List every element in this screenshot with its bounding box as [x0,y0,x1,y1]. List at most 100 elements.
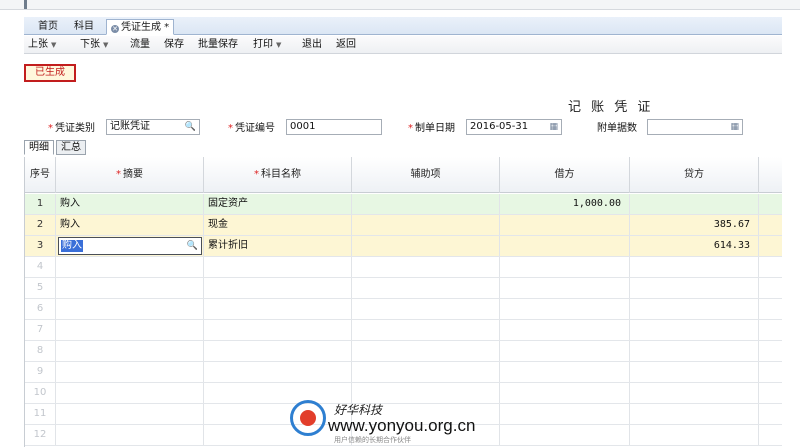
row-credit[interactable]: 614.33 [630,236,759,256]
row-credit[interactable] [630,341,759,361]
tab-detail[interactable]: 明细 [24,140,54,155]
batch-save-button[interactable]: 批量保存 [198,38,238,52]
row-aux[interactable] [352,341,500,361]
close-icon[interactable]: ✕ [111,25,119,33]
row-summary[interactable] [56,299,204,319]
row-credit[interactable] [630,299,759,319]
chevron-down-icon: ▼ [51,41,57,49]
row-debit[interactable] [500,236,630,256]
row-account[interactable]: 现金 [204,215,352,235]
row-credit[interactable] [630,362,759,382]
table-row[interactable]: 2 购入 现金 385.67 [25,215,782,236]
prev-button[interactable]: 上张 ▼ [28,38,56,52]
row-aux[interactable] [352,299,500,319]
row-account[interactable] [204,299,352,319]
row-debit[interactable] [500,299,630,319]
row-debit[interactable] [500,362,630,382]
row-summary[interactable]: 购入 🔍 [56,236,204,256]
row-summary[interactable] [56,257,204,277]
row-seq: 2 [25,215,56,235]
tab-summary[interactable]: 汇总 [56,140,86,155]
row-account[interactable]: 固定资产 [204,194,352,214]
flow-button[interactable]: 流量 [130,38,150,52]
header-debit[interactable]: 借方 [500,157,630,193]
header-credit[interactable]: 贷方 [630,157,759,193]
row-summary[interactable] [56,278,204,298]
required-icon: * [116,169,121,180]
table-row[interactable]: 5 [25,278,782,299]
row-aux[interactable] [352,236,500,256]
row-debit[interactable] [500,404,630,424]
row-aux[interactable] [352,320,500,340]
row-summary[interactable] [56,362,204,382]
row-debit[interactable] [500,215,630,235]
calendar-icon[interactable]: ▦ [549,122,558,132]
row-aux[interactable] [352,362,500,382]
search-icon[interactable]: 🔍 [187,241,198,251]
row-aux[interactable] [352,194,500,214]
row-summary[interactable] [56,341,204,361]
table-row[interactable]: 7 [25,320,782,341]
row-summary[interactable] [56,383,204,403]
back-button[interactable]: 返回 [336,38,356,52]
header-summary[interactable]: * 摘要 [56,157,204,193]
row-account[interactable] [204,320,352,340]
row-aux[interactable] [352,257,500,277]
row-debit[interactable] [500,278,630,298]
exit-button[interactable]: 退出 [302,38,322,52]
row-credit[interactable] [630,383,759,403]
row-debit[interactable] [500,320,630,340]
save-button[interactable]: 保存 [164,38,184,52]
tab-home[interactable]: 首页 [34,19,62,35]
row-credit[interactable] [630,404,759,424]
print-button-label: 打印 [253,39,273,50]
table-row[interactable]: 1 购入 固定资产 1,000.00 [25,194,782,215]
row-summary[interactable] [56,320,204,340]
voucher-type-field[interactable]: 记账凭证 🔍 [106,119,200,135]
prev-button-label: 上张 [28,39,48,50]
header-aux[interactable]: 辅助项 [352,157,500,193]
row-aux[interactable] [352,278,500,298]
attachments-field[interactable]: ▦ [647,119,743,135]
voucher-number-label-text: 凭证编号 [235,123,275,134]
row-credit[interactable] [630,257,759,277]
row-debit[interactable] [500,425,630,445]
header-summary-label: 摘要 [123,169,143,180]
row-credit[interactable] [630,194,759,214]
row-aux[interactable] [352,215,500,235]
row-account[interactable] [204,257,352,277]
tab-voucher-generate[interactable]: ✕ 凭证生成 * [106,19,175,35]
row-debit[interactable]: 1,000.00 [500,194,630,214]
row-summary[interactable] [56,425,204,445]
row-account[interactable] [204,362,352,382]
date-field[interactable]: 2016-05-31 ▦ [466,119,562,135]
row-summary[interactable]: 购入 [56,194,204,214]
row-debit[interactable] [500,257,630,277]
table-row[interactable]: 8 [25,341,782,362]
table-row[interactable]: 6 [25,299,782,320]
tab-bar: 首页 科目 ✕ 凭证生成 * [24,17,782,35]
row-credit[interactable] [630,425,759,445]
row-debit[interactable] [500,341,630,361]
search-icon[interactable]: 🔍 [185,122,196,132]
row-credit[interactable] [630,278,759,298]
row-summary[interactable]: 购入 [56,215,204,235]
row-account[interactable] [204,341,352,361]
row-debit[interactable] [500,383,630,403]
row-account[interactable] [204,278,352,298]
row-credit[interactable] [630,320,759,340]
calendar-icon[interactable]: ▦ [730,122,739,132]
row-credit[interactable]: 385.67 [630,215,759,235]
voucher-number-field[interactable]: 0001 [286,119,382,135]
print-button[interactable]: 打印 ▼ [253,38,281,52]
table-row[interactable]: 9 [25,362,782,383]
next-button[interactable]: 下张 ▼ [80,38,108,52]
tab-accounts[interactable]: 科目 [70,19,98,35]
row-summary[interactable] [56,404,204,424]
table-row[interactable]: 3 购入 🔍 累计折旧 614.33 [25,236,782,257]
top-strip [0,0,800,10]
header-account[interactable]: * 科目名称 [204,157,352,193]
summary-edit-input[interactable]: 购入 🔍 [58,237,202,255]
table-row[interactable]: 4 [25,257,782,278]
row-account[interactable]: 累计折旧 [204,236,352,256]
